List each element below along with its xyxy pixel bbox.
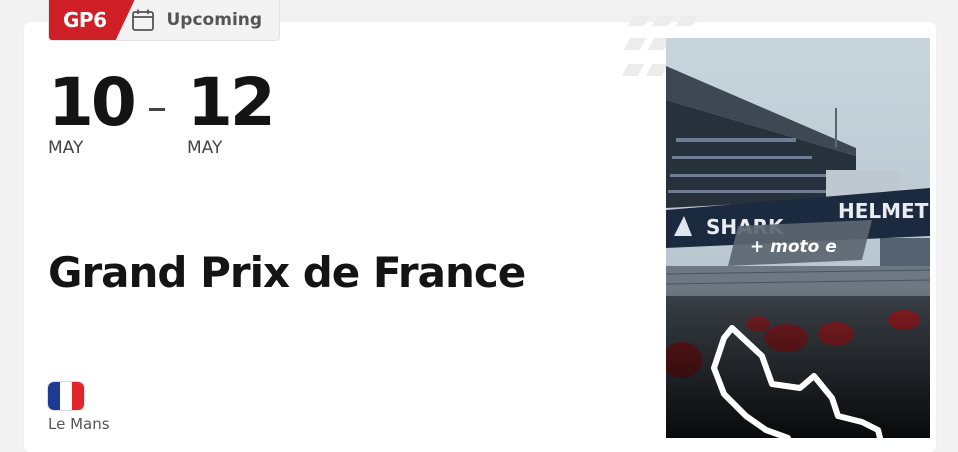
- banner-text-right: HELMET: [838, 199, 929, 223]
- event-badge: GP6 Upcoming: [48, 0, 280, 41]
- event-status: Upcoming: [131, 0, 263, 40]
- end-month: MAY: [187, 138, 223, 158]
- france-flag-icon: [48, 382, 84, 410]
- event-location: Le Mans: [48, 415, 110, 433]
- start-date: 10 MAY: [48, 64, 137, 159]
- status-label: Upcoming: [166, 10, 263, 30]
- round-badge: GP6: [49, 0, 135, 40]
- circuit-image[interactable]: SHARK HELMET + moto e: [666, 38, 930, 438]
- start-month: MAY: [48, 138, 84, 158]
- end-day: 12: [187, 64, 276, 141]
- motoe-logo: + moto e: [750, 237, 837, 257]
- event-title[interactable]: Grand Prix de France: [48, 248, 526, 297]
- start-day: 10: [48, 64, 137, 141]
- end-date: 12 MAY: [187, 64, 276, 159]
- date-separator: [149, 108, 165, 111]
- calendar-icon: [131, 9, 154, 31]
